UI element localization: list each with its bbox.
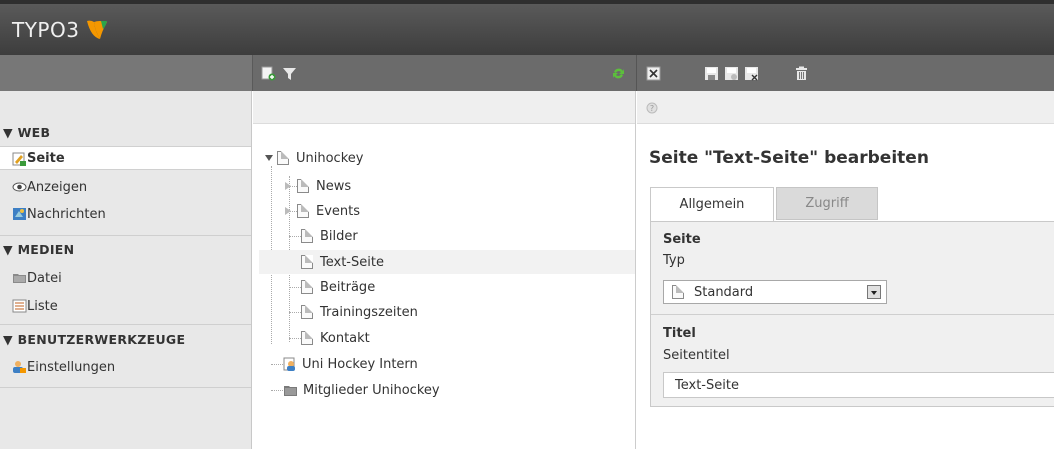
help-icon[interactable]: ? (646, 102, 658, 114)
page-title-input[interactable]: Text-Seite (663, 372, 1054, 398)
module-item-label: Datei (27, 270, 62, 286)
tree-connector (271, 390, 283, 391)
tree-node-mitglieder-unihockey[interactable]: Mitglieder Unihockey (283, 378, 440, 402)
page-icon (301, 280, 313, 294)
module-group-medien[interactable]: ▼ MEDIEN (3, 242, 74, 257)
tree-node-uni-hockey-intern[interactable]: Uni Hockey Intern (283, 352, 418, 376)
module-item-label: Liste (27, 298, 58, 314)
module-group-web[interactable]: ▼ WEB (3, 125, 50, 140)
edit-panel: ? Seite "Text-Seite" bearbeiten Allgemei… (637, 91, 1054, 449)
page-icon (277, 151, 289, 165)
menu-divider (0, 324, 251, 325)
eye-icon (12, 182, 27, 192)
form-panel: Seite Typ Standard Titel Seitentitel Tex… (650, 221, 1054, 407)
messages-icon (13, 208, 26, 220)
module-item-label: Nachrichten (27, 206, 106, 222)
tree-node-kontakt[interactable]: Kontakt (301, 326, 370, 350)
refresh-icon[interactable] (611, 66, 626, 81)
tree-node-label: Unihockey (296, 150, 364, 166)
page-module-icon (12, 152, 26, 166)
page-icon (301, 331, 313, 345)
module-item-anzeigen[interactable]: Anzeigen (0, 175, 251, 199)
tree-node-label: Beiträge (320, 279, 376, 295)
save-icon[interactable] (704, 66, 719, 81)
chevron-down-icon[interactable] (867, 285, 881, 299)
field-label-seitentitel: Seitentitel (663, 348, 730, 363)
module-group-benutzerwerkzeuge[interactable]: ▼ BENUTZERWERKZEUGE (3, 332, 185, 347)
page-tree: Unihockey News Events Bilder Text-Seite … (253, 91, 636, 449)
section-heading-titel: Titel (663, 326, 696, 341)
svg-text:?: ? (650, 104, 654, 113)
section-divider (651, 314, 1054, 315)
folder-icon (13, 274, 26, 283)
module-item-datei[interactable]: Datei (0, 266, 251, 290)
menu-divider (0, 235, 251, 236)
tree-node-label: Kontakt (320, 330, 370, 346)
page-icon (672, 285, 684, 299)
edit-header: ? (637, 91, 1054, 124)
module-menu: ▼ WEB Seite Anzeigen Nachrichten ▼ MEDIE… (0, 91, 252, 449)
close-icon[interactable] (646, 66, 661, 81)
tree-node-beitraege[interactable]: Beiträge (301, 275, 375, 299)
user-settings-icon (13, 361, 26, 373)
select-value: Standard (694, 284, 754, 300)
top-bar: TYPO3 (0, 0, 1054, 55)
save-and-close-icon[interactable] (744, 66, 759, 81)
filter-icon[interactable] (282, 66, 297, 81)
page-icon (301, 229, 313, 243)
module-item-label: Einstellungen (27, 359, 116, 375)
module-item-nachrichten[interactable]: Nachrichten (0, 202, 251, 226)
toolbar-row (0, 55, 1054, 91)
tree-node-bilder[interactable]: Bilder (301, 224, 358, 248)
typo3-logo-icon (87, 20, 108, 39)
tab-allgemein[interactable]: Allgemein (650, 187, 774, 221)
field-label-typ: Typ (663, 253, 685, 268)
folder-icon (284, 385, 297, 396)
tree-node-label: Mitglieder Unihockey (303, 382, 440, 398)
tree-connector (289, 236, 301, 237)
module-item-label: Anzeigen (27, 179, 88, 195)
tree-connector (289, 287, 301, 288)
tree-header (253, 91, 635, 124)
tree-node-label: Bilder (320, 228, 358, 244)
logo-text: TYPO3 (12, 18, 80, 42)
tree-node-trainingszeiten[interactable]: Trainingszeiten (301, 300, 418, 324)
list-icon (12, 299, 27, 313)
tab-zugriff[interactable]: Zugriff (776, 187, 878, 220)
tree-toolbar (253, 55, 637, 91)
tree-node-label: Trainingszeiten (320, 304, 418, 320)
tree-node-events[interactable]: Events (285, 199, 360, 223)
tree-node-unihockey[interactable]: Unihockey (265, 146, 363, 170)
module-item-liste[interactable]: Liste (0, 294, 251, 318)
tree-connector (289, 338, 301, 339)
tree-connector (271, 364, 283, 365)
typo3-logo[interactable]: TYPO3 (12, 18, 109, 42)
page-icon (297, 204, 309, 218)
module-menu-toolbar (0, 55, 253, 91)
tree-node-label: Uni Hockey Intern (302, 356, 418, 372)
page-icon (301, 255, 313, 269)
module-item-label: Seite (27, 150, 65, 166)
save-and-view-icon[interactable] (724, 66, 739, 81)
section-heading-seite: Seite (663, 232, 701, 247)
module-item-einstellungen[interactable]: Einstellungen (0, 355, 251, 379)
page-icon (301, 305, 313, 319)
module-item-seite[interactable]: Seite (0, 146, 251, 170)
tree-node-text-seite[interactable]: Text-Seite (259, 250, 635, 274)
expand-icon[interactable] (285, 207, 291, 215)
tree-node-news[interactable]: News (285, 174, 351, 198)
tree-node-label: Events (316, 203, 361, 219)
delete-icon[interactable] (794, 66, 809, 81)
new-page-icon[interactable] (261, 66, 276, 81)
restricted-page-icon (283, 357, 295, 371)
tree-connector (289, 312, 301, 313)
menu-divider (0, 387, 251, 388)
page-type-select[interactable]: Standard (663, 280, 887, 304)
tree-node-label: Text-Seite (320, 254, 384, 270)
collapse-icon[interactable] (265, 155, 273, 161)
tree-node-label: News (316, 178, 352, 194)
page-icon (297, 179, 309, 193)
expand-icon[interactable] (285, 182, 291, 190)
page-title: Seite "Text-Seite" bearbeiten (649, 148, 929, 168)
